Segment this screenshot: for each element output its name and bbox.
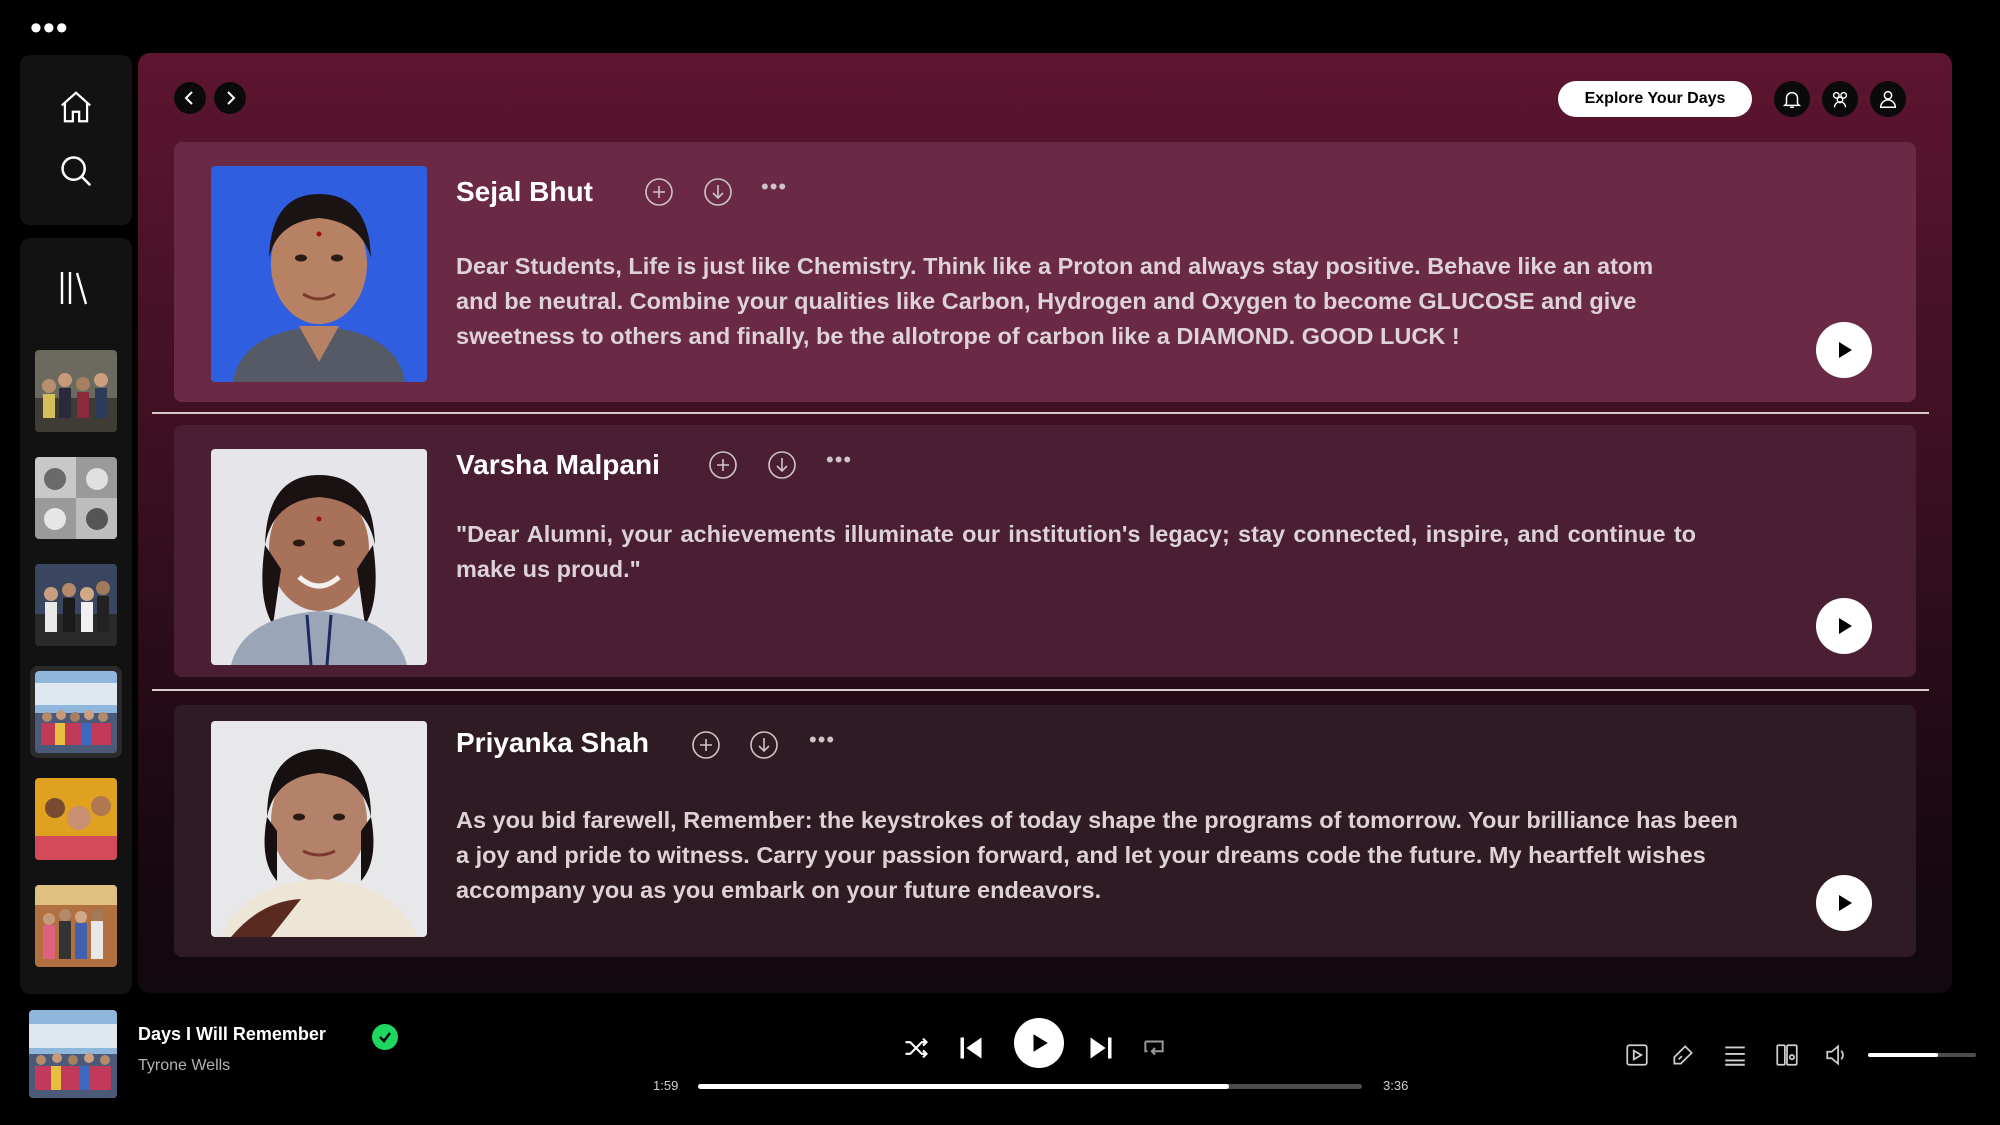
playlist-cover xyxy=(35,885,117,967)
more-options-icon[interactable]: ••• xyxy=(809,727,835,753)
total-time: 3:36 xyxy=(1383,1078,1409,1093)
now-playing-view-icon xyxy=(1626,1044,1648,1066)
chevron-right-icon xyxy=(227,91,236,105)
download-icon xyxy=(750,731,778,759)
repeat-icon xyxy=(1144,1040,1164,1056)
divider xyxy=(152,412,1929,414)
add-button[interactable] xyxy=(644,177,674,207)
next-button[interactable] xyxy=(1085,1030,1117,1066)
home-button[interactable] xyxy=(54,85,98,129)
device-icon xyxy=(1776,1044,1798,1066)
play-button[interactable] xyxy=(1816,598,1872,654)
teacher-photo xyxy=(211,721,427,937)
play-button[interactable] xyxy=(1816,875,1872,931)
volume-slider[interactable] xyxy=(1868,1053,1976,1057)
download-button[interactable] xyxy=(749,730,779,760)
shuffle-button[interactable] xyxy=(900,1032,932,1064)
skip-forward-icon xyxy=(1090,1037,1112,1059)
playlist-item-2[interactable] xyxy=(30,452,122,544)
sidebar-nav xyxy=(20,55,132,225)
shuffle-icon xyxy=(905,1037,928,1059)
playlist-item-5[interactable] xyxy=(30,773,122,865)
now-playing-view-button[interactable] xyxy=(1622,1040,1652,1070)
back-button[interactable] xyxy=(174,82,206,114)
playlist-cover xyxy=(35,778,117,860)
lyrics-button[interactable] xyxy=(1668,1040,1698,1070)
teacher-photo xyxy=(211,166,427,382)
playlist-cover xyxy=(35,457,117,539)
liked-button[interactable] xyxy=(372,1024,398,1050)
volume-icon xyxy=(1826,1044,1844,1066)
message-card: Sejal Bhut ••• Dear Students, Life is ju… xyxy=(174,142,1916,402)
skip-back-icon xyxy=(960,1037,982,1059)
playlist-cover xyxy=(35,350,117,432)
plus-circle-icon xyxy=(692,731,720,759)
mute-button[interactable] xyxy=(1822,1040,1852,1070)
friends-icon xyxy=(1832,91,1848,108)
library-button[interactable] xyxy=(56,266,96,310)
play-button[interactable] xyxy=(1816,322,1872,378)
teacher-message: As you bid farewell, Remember: the keyst… xyxy=(456,807,1738,903)
search-icon xyxy=(61,156,92,187)
queue-button[interactable] xyxy=(1720,1040,1750,1070)
volume-fill xyxy=(1868,1053,1939,1057)
plus-circle-icon xyxy=(645,178,673,206)
download-icon xyxy=(768,451,796,479)
library-panel xyxy=(20,238,132,994)
add-button[interactable] xyxy=(708,450,738,480)
teacher-message: Dear Students, Life is just like Chemist… xyxy=(456,253,1654,349)
bell-icon xyxy=(1782,91,1802,108)
teacher-name: Varsha Malpani xyxy=(456,449,660,480)
repeat-button[interactable] xyxy=(1138,1032,1170,1064)
teacher-message: "Dear Alumni, your achievements illumina… xyxy=(456,521,1696,582)
playlist-item-6[interactable] xyxy=(30,880,122,972)
microphone-icon xyxy=(1673,1045,1693,1065)
play-icon xyxy=(1839,895,1852,911)
track-title[interactable]: Days I Will Remember xyxy=(138,1024,326,1045)
user-icon xyxy=(1879,90,1897,108)
home-icon xyxy=(61,91,91,123)
download-icon xyxy=(704,178,732,206)
explore-button[interactable]: Explore Your Days xyxy=(1558,81,1752,117)
search-button[interactable] xyxy=(54,149,98,193)
playlist-item-3[interactable] xyxy=(30,559,122,651)
download-button[interactable] xyxy=(703,177,733,207)
teacher-name: Priyanka Shah xyxy=(456,727,649,758)
library-icon xyxy=(60,272,88,305)
notifications-button[interactable] xyxy=(1774,81,1810,117)
chevron-left-icon xyxy=(184,91,193,105)
now-playing-cover[interactable] xyxy=(29,1010,117,1098)
connect-device-button[interactable] xyxy=(1772,1040,1802,1070)
message-card: Priyanka Shah ••• As you bid farewell, R… xyxy=(174,705,1916,957)
main-content: Explore Your Days Sejal Bhut ••• Dear St… xyxy=(138,53,1952,993)
more-options-icon[interactable]: ••• xyxy=(826,447,852,473)
playlist-item-1[interactable] xyxy=(30,345,122,437)
track-artist[interactable]: Tyrone Wells xyxy=(138,1057,230,1075)
play-pause-button[interactable] xyxy=(1014,1018,1064,1068)
message-card: Varsha Malpani ••• "Dear Alumni, your ac… xyxy=(174,425,1916,677)
teacher-name: Sejal Bhut xyxy=(456,176,593,207)
queue-icon xyxy=(1725,1046,1745,1066)
play-icon xyxy=(1839,342,1852,358)
progress-bar[interactable] xyxy=(698,1084,1362,1089)
previous-button[interactable] xyxy=(955,1030,987,1066)
elapsed-time: 1:59 xyxy=(653,1078,679,1093)
add-button[interactable] xyxy=(691,730,721,760)
check-icon xyxy=(379,1032,391,1043)
plus-circle-icon xyxy=(709,451,737,479)
playlist-cover xyxy=(35,671,117,753)
profile-button[interactable] xyxy=(1870,81,1906,117)
playlist-cover xyxy=(35,564,117,646)
progress-fill xyxy=(698,1084,1230,1089)
friends-button[interactable] xyxy=(1822,81,1858,117)
playlist-item-4[interactable] xyxy=(30,666,122,758)
play-icon xyxy=(1839,618,1852,634)
download-button[interactable] xyxy=(767,450,797,480)
more-options-icon[interactable]: ••• xyxy=(761,174,787,200)
divider xyxy=(152,689,1929,691)
forward-button[interactable] xyxy=(214,82,246,114)
play-icon xyxy=(1033,1034,1048,1052)
more-options-icon[interactable]: ••• xyxy=(30,11,69,45)
teacher-photo xyxy=(211,449,427,665)
